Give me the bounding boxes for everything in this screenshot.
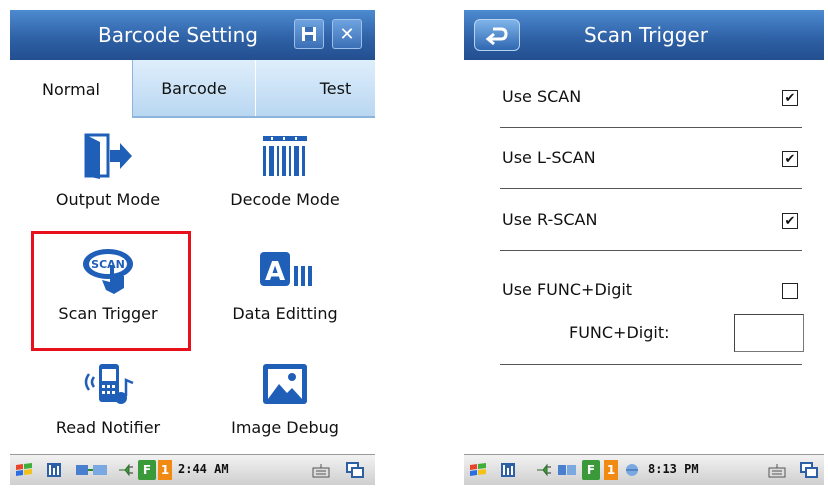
use-rscan-row: Use R-SCAN ✔ [502, 206, 802, 236]
close-button[interactable]: ✕ [332, 19, 362, 49]
tab-bar: Normal Barcode Test [10, 60, 375, 118]
taskmgr-icon[interactable] [498, 460, 518, 480]
image-debug-item[interactable]: Image Debug [195, 346, 375, 456]
use-lscan-row: Use L-SCAN ✔ [502, 144, 802, 174]
divider [500, 364, 802, 365]
title-bar: Barcode Setting ✕ [10, 10, 375, 60]
keyboard-icon[interactable] [766, 460, 788, 480]
back-arrow-icon [485, 27, 508, 45]
use-scan-checkbox[interactable]: ✔ [782, 90, 798, 106]
tab-barcode-label: Barcode [161, 78, 227, 98]
barcode-setting-window: Barcode Setting ✕ Normal Barcode Test Ou… [10, 10, 375, 485]
back-button[interactable] [474, 19, 520, 51]
start-button[interactable] [468, 460, 488, 480]
one-indicator: 1 [604, 460, 618, 480]
output-mode-item[interactable]: Output Mode [18, 118, 198, 228]
data-editing-label: Data Editting [232, 304, 338, 323]
data-editing-icon: A [260, 252, 312, 287]
selection-highlight [31, 231, 191, 351]
read-notifier-label: Read Notifier [55, 418, 161, 437]
image-icon [263, 364, 307, 404]
func-digit-field-label: FUNC+Digit: [569, 323, 670, 342]
close-icon: ✕ [339, 23, 355, 45]
use-func-digit-row: Use FUNC+Digit [502, 276, 802, 306]
save-icon [302, 27, 316, 41]
tab-test-label: Test [319, 78, 352, 98]
use-func-digit-checkbox[interactable] [782, 283, 798, 299]
tab-test[interactable]: Test [255, 60, 375, 116]
window-switch-icon[interactable] [798, 460, 820, 480]
window-switch-icon[interactable] [344, 460, 366, 480]
tab-normal-label: Normal [42, 79, 100, 99]
network-icon[interactable] [556, 460, 578, 480]
windows-flag-icon [16, 463, 32, 476]
use-scan-row: Use SCAN ✔ [502, 83, 802, 113]
output-mode-label: Output Mode [55, 190, 161, 209]
network-status-icon[interactable] [622, 460, 642, 480]
windows-flag-icon [470, 463, 486, 476]
use-rscan-checkbox[interactable]: ✔ [782, 213, 798, 229]
network-icon[interactable] [74, 460, 112, 480]
divider [500, 188, 802, 189]
divider [500, 250, 802, 251]
f-key-indicator: F [582, 460, 600, 480]
clock[interactable]: 2:44 AM [178, 462, 229, 476]
use-rscan-label: Use R-SCAN [502, 210, 598, 229]
f-key-indicator: F [138, 460, 156, 480]
image-debug-label: Image Debug [231, 418, 339, 437]
window-title: Barcode Setting [98, 23, 258, 47]
data-editing-item[interactable]: A Data Editting [195, 232, 375, 342]
clock[interactable]: 8:13 PM [648, 462, 699, 476]
use-lscan-checkbox[interactable]: ✔ [782, 151, 798, 167]
keyboard-icon[interactable] [310, 460, 332, 480]
one-indicator: 1 [158, 460, 172, 480]
save-button[interactable] [294, 19, 324, 49]
func-digit-input[interactable] [734, 314, 804, 352]
window-title: Scan Trigger [584, 23, 708, 47]
tab-normal[interactable]: Normal [10, 60, 133, 118]
read-notifier-icon [84, 364, 134, 404]
tab-barcode[interactable]: Barcode [133, 60, 255, 116]
decode-mode-item[interactable]: Decode Mode [195, 118, 375, 228]
read-notifier-item[interactable]: Read Notifier [18, 346, 198, 456]
use-lscan-label: Use L-SCAN [502, 148, 596, 167]
scan-trigger-window: Scan Trigger Use SCAN ✔ Use L-SCAN ✔ Use… [464, 10, 824, 485]
divider [500, 127, 802, 128]
taskbar: F 1 2:44 AM [10, 454, 375, 485]
taskmgr-icon[interactable] [44, 460, 64, 480]
title-bar: Scan Trigger [464, 10, 824, 60]
use-scan-label: Use SCAN [502, 87, 582, 106]
power-plug-icon[interactable] [534, 460, 554, 480]
decode-mode-label: Decode Mode [230, 190, 340, 209]
use-func-digit-label: Use FUNC+Digit [502, 280, 633, 299]
output-mode-icon [84, 133, 132, 179]
taskbar: F 1 8:13 PM [464, 454, 824, 485]
data-icon-text: A [265, 257, 285, 287]
start-button[interactable] [14, 460, 34, 480]
barcode-icon [263, 136, 307, 176]
power-plug-icon[interactable] [116, 460, 136, 480]
